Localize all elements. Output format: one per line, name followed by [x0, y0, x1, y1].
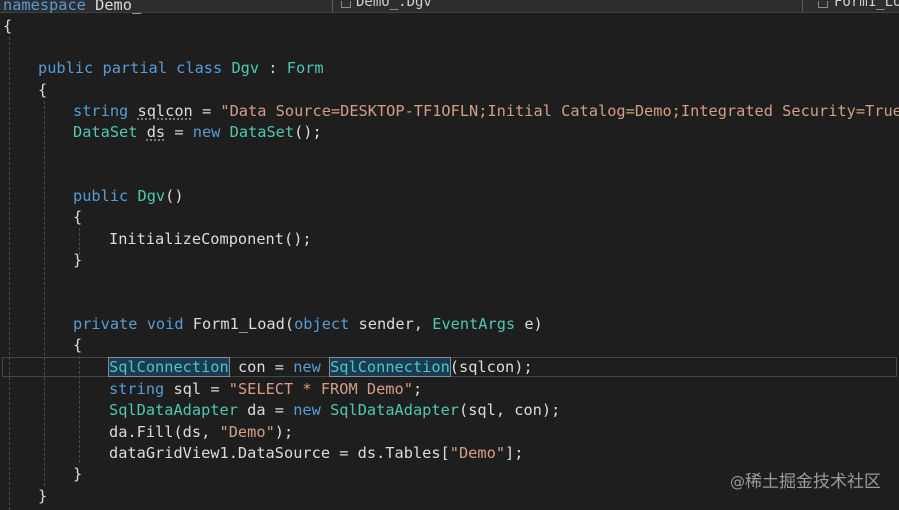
keyword: namespace	[3, 0, 86, 14]
arguments: (sql, con);	[459, 401, 561, 419]
keyword: new	[192, 123, 221, 141]
code-line-method-signature[interactable]: private void Form1_Load(object sender, E…	[73, 314, 543, 335]
highlighted-type-name[interactable]: SqlConnection	[108, 357, 230, 377]
brace: }	[38, 487, 48, 505]
operator: =	[165, 123, 193, 141]
identifier: con =	[228, 358, 294, 376]
keyword: object	[294, 315, 350, 333]
code-line-ctor-open-brace[interactable]: {	[73, 207, 82, 228]
brace: {	[3, 17, 13, 35]
code-line-dataadapter[interactable]: SqlDataAdapter da = new SqlDataAdapter(s…	[109, 400, 560, 421]
watermark-text: 稀土掘金技术社区	[745, 472, 881, 492]
indent-guide	[44, 101, 45, 486]
arguments: (sqlcon);	[449, 358, 533, 376]
keyword: public	[73, 187, 129, 205]
code-line-class-declaration[interactable]: public partial class Dgv : Form	[38, 58, 324, 79]
code-line-method-close-brace[interactable]: }	[73, 464, 82, 485]
code-line-open-brace[interactable]: {	[3, 16, 12, 37]
punctuation: :	[259, 59, 287, 77]
assignment: dataGridView1.DataSource = ds.Tables[	[109, 444, 450, 462]
brace: {	[38, 81, 48, 99]
identifier: sql =	[164, 380, 229, 398]
code-line-datasource[interactable]: dataGridView1.DataSource = ds.Tables["De…	[109, 443, 523, 464]
brace: {	[73, 336, 83, 354]
code-line-namespace[interactable]: namespace Demo_	[3, 0, 141, 16]
punctuation: ();	[294, 123, 322, 141]
operator: =	[192, 102, 221, 120]
string-literal: "Demo"	[449, 444, 506, 462]
code-line-sql-string[interactable]: string sql = "SELECT * FROM Demo";	[109, 379, 422, 400]
code-line-constructor[interactable]: public Dgv()	[73, 186, 184, 207]
code-line-class-close-brace[interactable]: }	[38, 486, 47, 507]
method-call: InitializeComponent();	[109, 230, 312, 248]
punctuation: (	[284, 315, 295, 333]
indent-guide	[9, 37, 10, 510]
string-literal: "Data Source=DESKTOP-TF1OFLN;Initial Cat…	[220, 102, 899, 120]
type-name: SqlDataAdapter	[330, 401, 459, 419]
identifier: da =	[237, 401, 294, 419]
keyword: new	[293, 401, 321, 419]
code-line-initialize[interactable]: InitializeComponent();	[109, 229, 312, 250]
keyword: string	[73, 102, 129, 120]
brace: {	[73, 208, 83, 226]
watermark: @稀土掘金技术社区	[730, 467, 881, 492]
punctuation: ()	[165, 187, 184, 205]
punctuation: );	[274, 423, 294, 441]
watermark-at-sign: @	[730, 473, 745, 491]
highlighted-type-name[interactable]: SqlConnection	[329, 357, 451, 377]
type-name: EventArgs	[432, 315, 516, 333]
type-name: DataSet	[229, 123, 295, 141]
keyword: class	[176, 59, 223, 77]
identifier: ds	[146, 123, 166, 141]
code-editor[interactable]: namespace Demo_ { public partial class D…	[0, 0, 899, 510]
type-name: DataSet	[73, 123, 138, 141]
string-literal: "Demo"	[219, 423, 275, 441]
code-line-sqlconnection[interactable]: SqlConnection con = new SqlConnection(sq…	[108, 357, 533, 378]
base-class-name: Form	[286, 59, 324, 77]
keyword: private	[73, 315, 138, 333]
code-line-ctor-close-brace[interactable]: }	[73, 250, 82, 271]
identifier: Demo_	[95, 0, 142, 14]
code-line-field-sqlcon[interactable]: string sqlcon = "Data Source=DESKTOP-TF1…	[73, 101, 899, 122]
brace: }	[73, 465, 83, 483]
punctuation: ];	[505, 444, 524, 462]
keyword: partial	[102, 59, 167, 77]
identifier: sqlcon	[137, 102, 193, 120]
method-call: da.Fill(ds,	[109, 423, 220, 441]
code-line-field-ds[interactable]: DataSet ds = new DataSet();	[73, 122, 322, 143]
keyword: public	[38, 59, 94, 77]
parameter: e)	[515, 315, 543, 333]
code-line-class-open-brace[interactable]: {	[38, 80, 47, 101]
class-name: Dgv	[231, 59, 260, 77]
keyword: void	[146, 315, 184, 333]
type-name: SqlDataAdapter	[109, 401, 238, 419]
brace: }	[73, 251, 83, 269]
code-line-method-open-brace[interactable]: {	[73, 335, 82, 356]
method-name: Form1_Load	[192, 315, 285, 333]
punctuation: ;	[412, 380, 423, 398]
method-name: Dgv	[137, 187, 166, 205]
parameter: sender,	[349, 315, 433, 333]
keyword: string	[109, 380, 165, 398]
keyword: new	[293, 358, 321, 376]
code-line-fill[interactable]: da.Fill(ds, "Demo");	[109, 422, 293, 443]
string-literal: "SELECT * FROM Demo"	[228, 380, 413, 398]
